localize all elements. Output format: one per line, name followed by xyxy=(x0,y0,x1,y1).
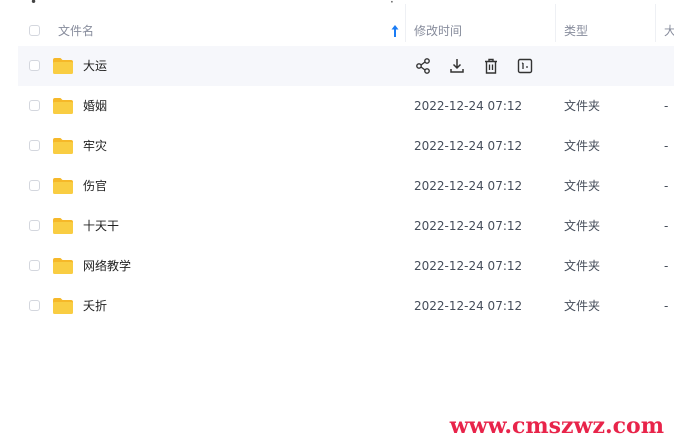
folder-icon xyxy=(53,58,73,74)
download-icon[interactable] xyxy=(448,57,466,75)
toolbar-fragment: • xyxy=(30,0,38,7)
row-checkbox[interactable] xyxy=(29,260,40,271)
column-divider[interactable] xyxy=(555,4,556,42)
table-row[interactable]: 伤官 2022-12-24 07:12 文件夹 - xyxy=(18,166,674,206)
table-row[interactable]: 网络教学 2022-12-24 07:12 文件夹 - xyxy=(18,246,674,286)
sort-ascending-icon[interactable] xyxy=(390,24,400,38)
file-name[interactable]: 大运 xyxy=(83,46,107,86)
row-checkbox[interactable] xyxy=(29,140,40,151)
column-header-type[interactable]: 类型 xyxy=(564,16,588,46)
file-type: 文件夹 xyxy=(564,139,601,153)
file-name[interactable]: 十天干 xyxy=(83,206,119,246)
file-type: 文件夹 xyxy=(564,299,601,313)
table-row[interactable]: 夭折 2022-12-24 07:12 文件夹 - xyxy=(18,286,674,326)
cropped-toolbar: • · xyxy=(0,0,674,7)
file-size: - xyxy=(664,299,669,313)
column-header-modified[interactable]: 修改时间 xyxy=(414,16,462,46)
file-list-header: 文件名 修改时间 类型 大 xyxy=(18,16,674,47)
file-type: 文件夹 xyxy=(564,99,601,113)
file-size: - xyxy=(664,219,669,233)
file-size: - xyxy=(664,139,669,153)
row-checkbox[interactable] xyxy=(29,60,40,71)
table-row[interactable]: 婚姻 2022-12-24 07:12 文件夹 - xyxy=(18,86,674,126)
folder-icon xyxy=(53,98,73,114)
column-header-size[interactable]: 大 xyxy=(664,16,674,46)
row-checkbox[interactable] xyxy=(29,100,40,111)
file-name[interactable]: 夭折 xyxy=(83,286,107,326)
folder-icon xyxy=(53,218,73,234)
file-name[interactable]: 牢灾 xyxy=(83,126,107,166)
modified-time: 2022-12-24 07:12 xyxy=(414,179,523,193)
column-divider[interactable] xyxy=(655,4,656,42)
file-type: 文件夹 xyxy=(564,259,601,273)
file-size: - xyxy=(664,99,669,113)
table-row[interactable]: 牢灾 2022-12-24 07:12 文件夹 - xyxy=(18,126,674,166)
modified-time: 2022-12-24 07:12 xyxy=(414,219,523,233)
modified-time: 2022-12-24 07:12 xyxy=(414,139,523,153)
modified-time: 2022-12-24 07:12 xyxy=(414,299,523,313)
column-header-name[interactable]: 文件名 xyxy=(58,16,94,46)
folder-icon xyxy=(53,138,73,154)
toolbar-fragment: · xyxy=(390,0,394,7)
file-type: 文件夹 xyxy=(564,179,601,193)
folder-icon xyxy=(53,178,73,194)
table-row[interactable]: 十天干 2022-12-24 07:12 文件夹 - xyxy=(18,206,674,246)
share-icon[interactable] xyxy=(414,57,432,75)
file-name[interactable]: 伤官 xyxy=(83,166,107,206)
file-type: 文件夹 xyxy=(564,219,601,233)
modified-time: 2022-12-24 07:12 xyxy=(414,259,523,273)
file-size: - xyxy=(664,259,669,273)
folder-icon xyxy=(53,258,73,274)
file-name[interactable]: 网络教学 xyxy=(83,246,131,286)
row-checkbox[interactable] xyxy=(29,180,40,191)
table-row[interactable]: 大运 xyxy=(18,46,674,86)
modified-time: 2022-12-24 07:12 xyxy=(414,99,523,113)
more-icon[interactable] xyxy=(516,57,534,75)
file-name[interactable]: 婚姻 xyxy=(83,86,107,126)
column-divider[interactable] xyxy=(405,4,406,42)
row-checkbox[interactable] xyxy=(29,220,40,231)
delete-icon[interactable] xyxy=(482,57,500,75)
folder-icon xyxy=(53,298,73,314)
file-size: - xyxy=(664,179,669,193)
select-all-checkbox[interactable] xyxy=(29,25,40,36)
watermark: www.cmszwz.com xyxy=(449,413,664,439)
row-checkbox[interactable] xyxy=(29,300,40,311)
